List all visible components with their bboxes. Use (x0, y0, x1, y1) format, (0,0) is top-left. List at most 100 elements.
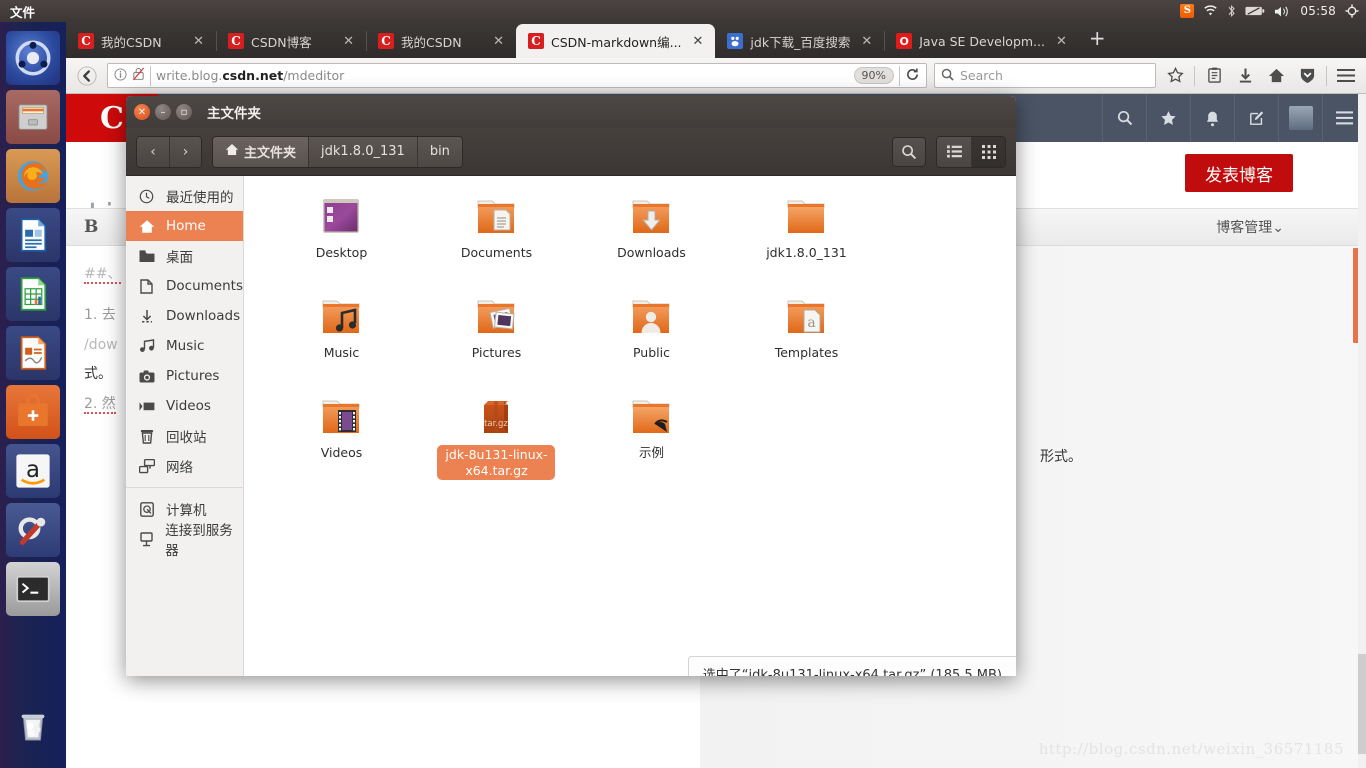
library-icon[interactable] (1202, 64, 1226, 88)
write-icon[interactable] (1234, 94, 1278, 142)
file-item-pictures[interactable]: Pictures (419, 290, 574, 390)
tab-close-icon[interactable]: ✕ (339, 34, 358, 49)
wifi-icon[interactable] (1203, 5, 1218, 17)
bold-button[interactable]: B (78, 217, 104, 237)
search-icon[interactable] (1102, 94, 1146, 142)
tab-bar: C 我的CSDN ✕ C CSDN博客 ✕ C 我的CSDN ✕ C CSDN-… (66, 22, 1366, 58)
back-arrow-icon[interactable] (74, 63, 100, 89)
back-button[interactable]: ‹ (137, 136, 169, 167)
svg-text:a: a (26, 457, 40, 483)
reload-icon[interactable] (905, 67, 920, 85)
breadcrumb-jdk[interactable]: jdk1.8.0_131 (308, 136, 417, 167)
firefox-icon[interactable] (6, 149, 60, 203)
page-scrollbar[interactable] (1358, 94, 1366, 768)
sogou-input-indicator[interactable]: S (1180, 4, 1195, 18)
sidebar-item-pictures[interactable]: Pictures (126, 361, 243, 391)
ubuntu-dash-icon[interactable] (6, 31, 60, 85)
battery-icon[interactable] (1245, 5, 1265, 17)
sidebar-item-trash[interactable]: 回收站 (126, 421, 243, 451)
file-item-templates[interactable]: a Templates (729, 290, 884, 390)
libreoffice-calc-icon[interactable] (6, 267, 60, 321)
hamburger-menu-icon[interactable] (1334, 64, 1358, 88)
tab-close-icon[interactable]: ✕ (857, 34, 876, 49)
libreoffice-writer-icon[interactable] (6, 208, 60, 262)
browser-tab-2[interactable]: C CSDN博客 ✕ (216, 24, 366, 58)
breadcrumb-bin[interactable]: bin (416, 136, 462, 167)
url-bar[interactable]: write.blog.csdn.net/mdeditor 90% (107, 63, 927, 88)
sidebar-item-music[interactable]: Music (126, 331, 243, 361)
file-manager-window: ✕ – ▫ 主文件夹 ‹ › 主文件夹 jdk1.8.0_131 bin 最近使… (126, 96, 1016, 676)
terminal-icon[interactable] (6, 562, 60, 616)
breadcrumb-home[interactable]: 主文件夹 (213, 136, 309, 167)
insecure-login-icon[interactable] (132, 67, 145, 84)
tab-close-icon[interactable]: ✕ (189, 34, 208, 49)
panel-clock[interactable]: 05:58 (1300, 5, 1336, 17)
grid-view-icon[interactable] (971, 136, 1005, 167)
file-manager-titlebar[interactable]: ✕ – ▫ 主文件夹 (126, 96, 1016, 128)
sidebar-divider (126, 487, 243, 488)
sidebar-item-connect-server[interactable]: 连接到服务器 (126, 523, 243, 559)
bell-icon[interactable] (1190, 94, 1234, 142)
sidebar-item-network[interactable]: 网络 (126, 451, 243, 481)
forward-button[interactable]: › (169, 136, 201, 167)
file-item-shared-folder[interactable]: 示例 (574, 390, 729, 490)
sidebar-item-videos[interactable]: Videos (126, 391, 243, 421)
ubuntu-software-icon[interactable] (6, 385, 60, 439)
sidebar-item-downloads[interactable]: Downloads (126, 301, 243, 331)
sidebar-item-recent[interactable]: 最近使用的 (126, 181, 243, 211)
file-item-music[interactable]: Music (264, 290, 419, 390)
zoom-level-indicator[interactable]: 90% (853, 66, 894, 85)
system-settings-icon[interactable] (6, 503, 60, 557)
downloads-icon[interactable] (1233, 64, 1257, 88)
search-icon[interactable] (892, 136, 926, 167)
publish-blog-button[interactable]: 发表博客 (1185, 154, 1293, 192)
search-input[interactable]: Search (960, 68, 1003, 83)
file-item-downloads[interactable]: Downloads (574, 190, 729, 290)
blog-manage-menu[interactable]: 博客管理⌄ (1216, 217, 1354, 237)
sidebar-item-label: 最近使用的 (166, 190, 234, 206)
home-icon[interactable] (1264, 64, 1288, 88)
file-item-desktop[interactable]: Desktop (264, 190, 419, 290)
pocket-shield-icon[interactable] (1295, 64, 1319, 88)
bluetooth-icon[interactable] (1227, 4, 1236, 18)
browser-tab-5[interactable]: jdk下载_百度搜索 ✕ (715, 24, 884, 58)
browser-tab-3[interactable]: C 我的CSDN ✕ (366, 24, 516, 58)
avatar[interactable] (1278, 94, 1322, 142)
search-icon (941, 68, 954, 84)
maximize-button[interactable]: ▫ (176, 104, 192, 120)
page-scrollbar-thumb[interactable] (1358, 654, 1366, 754)
tab-close-icon[interactable]: ✕ (1052, 34, 1071, 49)
videos-folder-icon (315, 394, 367, 440)
file-list-view[interactable]: Desktop Documents Downloads jdk1.8.0_131… (243, 176, 1016, 676)
file-item-documents[interactable]: Documents (419, 190, 574, 290)
list-view-icon[interactable] (937, 136, 971, 167)
trash-icon[interactable] (6, 699, 60, 753)
minimize-button[interactable]: – (155, 104, 171, 120)
browser-tab-4-active[interactable]: C CSDN-markdown编... ✕ (516, 24, 716, 58)
sidebar-item-label: 计算机 (166, 503, 207, 519)
close-button[interactable]: ✕ (134, 104, 150, 120)
file-item-jdk-archive[interactable]: tar.gz jdk-8u131-linux-x64.tar.gz (419, 390, 574, 490)
page-info-icon[interactable] (114, 67, 127, 84)
libreoffice-impress-icon[interactable] (6, 326, 60, 380)
new-tab-button[interactable]: + (1079, 28, 1116, 52)
bookmark-star-icon[interactable] (1163, 64, 1187, 88)
file-item-public[interactable]: Public (574, 290, 729, 390)
star-icon[interactable] (1146, 94, 1190, 142)
sidebar-item-home[interactable]: Home (126, 211, 243, 241)
browser-tab-6[interactable]: O Java SE Developm... ✕ (884, 24, 1079, 58)
panel-app-menu[interactable]: 文件 (0, 2, 35, 21)
file-manager-sidebar: 最近使用的 Home 桌面 Documents Downloads Music … (126, 176, 244, 676)
amazon-icon[interactable]: a (6, 444, 60, 498)
tab-close-icon[interactable]: ✕ (689, 34, 708, 49)
file-item-jdk-folder[interactable]: jdk1.8.0_131 (729, 190, 884, 290)
tab-close-icon[interactable]: ✕ (489, 34, 508, 49)
sidebar-item-desktop[interactable]: 桌面 (126, 241, 243, 271)
sidebar-item-documents[interactable]: Documents (126, 271, 243, 301)
volume-icon[interactable] (1274, 5, 1291, 18)
files-nautilus-icon[interactable] (6, 90, 60, 144)
power-gear-icon[interactable] (1345, 4, 1359, 18)
browser-tab-1[interactable]: C 我的CSDN ✕ (66, 24, 216, 58)
search-bar[interactable]: Search (934, 63, 1156, 88)
file-item-videos[interactable]: Videos (264, 390, 419, 490)
